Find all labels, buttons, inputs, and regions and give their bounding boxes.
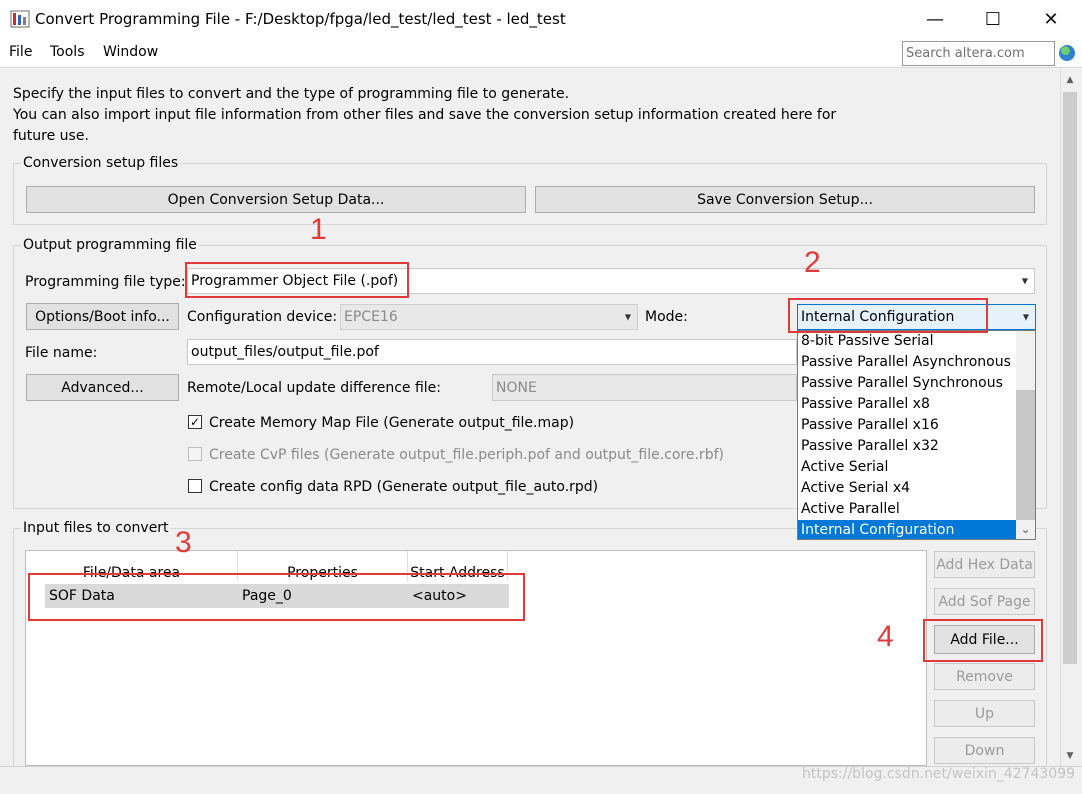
mode-option[interactable]: Active Serial	[798, 457, 1016, 478]
annotation-number-4: 4	[877, 620, 894, 653]
cvp-files-label: Create CvP files (Generate output_file.p…	[209, 447, 724, 463]
globe-icon[interactable]	[1059, 45, 1075, 61]
chevron-down-icon: ▼	[1022, 312, 1029, 322]
open-conversion-setup-button[interactable]: Open Conversion Setup Data...	[26, 186, 526, 213]
mode-label: Mode:	[645, 309, 688, 325]
up-button: Up	[934, 700, 1035, 727]
maximize-button[interactable]: ☐	[964, 0, 1022, 38]
memory-map-checkbox[interactable]: ✓	[188, 415, 202, 429]
annotation-number-1: 1	[310, 213, 327, 246]
quartus-app-icon	[10, 9, 30, 29]
output-programming-title: Output programming file	[21, 237, 199, 253]
intro-line-2: You can also import input file informati…	[13, 107, 837, 123]
config-device-label: Configuration device:	[187, 309, 338, 325]
menu-window[interactable]: Window	[103, 44, 158, 60]
window-title: Convert Programming File - F:/Desktop/fp…	[35, 10, 566, 28]
annotation-box-2	[788, 298, 988, 333]
search-input[interactable]	[903, 42, 1054, 65]
annotation-number-3: 3	[175, 526, 192, 559]
remote-update-label: Remote/Local update difference file:	[187, 380, 442, 396]
file-name-label: File name:	[25, 345, 98, 361]
mode-option-selected[interactable]: Internal Configuration	[798, 520, 1016, 539]
chevron-down-icon: ▼	[624, 312, 631, 322]
down-button: Down	[934, 737, 1035, 764]
scroll-down-icon[interactable]: ▼	[1060, 746, 1080, 766]
mode-option[interactable]: Passive Parallel x32	[798, 436, 1016, 457]
advanced-button[interactable]: Advanced...	[26, 374, 179, 401]
menu-file[interactable]: File	[9, 44, 32, 60]
file-type-label: Programming file type:	[25, 274, 186, 290]
remove-button: Remove	[934, 663, 1035, 690]
options-boot-info-button[interactable]: Options/Boot info...	[26, 303, 179, 330]
scroll-up-icon[interactable]: ▲	[1060, 70, 1080, 90]
watermark: https://blog.csdn.net/weixin_42743099	[802, 766, 1076, 782]
memory-map-label: Create Memory Map File (Generate output_…	[209, 415, 575, 431]
close-button[interactable]: ✕	[1022, 0, 1080, 38]
rpd-checkbox[interactable]	[188, 479, 202, 493]
menu-tools[interactable]: Tools	[50, 44, 85, 60]
annotation-number-2: 2	[804, 246, 821, 279]
search-box	[902, 41, 1055, 66]
annotation-box-3	[28, 573, 525, 621]
file-name-input[interactable]: output_files/output_file.pof	[187, 339, 797, 365]
mode-option[interactable]: 8-bit Passive Serial	[798, 331, 1016, 352]
config-device-select: EPCE16 ▼	[340, 304, 638, 330]
intro-line-1: Specify the input files to convert and t…	[13, 86, 570, 102]
mode-option[interactable]: Passive Parallel x8	[798, 394, 1016, 415]
annotation-box-4	[923, 619, 1043, 662]
save-conversion-setup-button[interactable]: Save Conversion Setup...	[535, 186, 1035, 213]
scrollbar-thumb[interactable]	[1063, 92, 1077, 664]
config-device-value: EPCE16	[344, 309, 398, 325]
mode-option[interactable]: Active Parallel	[798, 499, 1016, 520]
mode-option[interactable]: Active Serial x4	[798, 478, 1016, 499]
input-files-title: Input files to convert	[21, 520, 171, 536]
mode-option[interactable]: Passive Parallel x16	[798, 415, 1016, 436]
mode-dropdown-list: 8-bit Passive Serial Passive Parallel As…	[797, 330, 1036, 540]
dropdown-scrollbar-thumb[interactable]	[1016, 390, 1035, 520]
rpd-label: Create config data RPD (Generate output_…	[209, 479, 599, 495]
mode-option[interactable]: Passive Parallel Asynchronous	[798, 352, 1016, 373]
add-sof-page-button: Add Sof Page	[934, 588, 1035, 615]
chevron-down-icon: ▼	[1021, 276, 1028, 286]
chevron-down-icon[interactable]: ⌄	[1016, 519, 1035, 539]
conversion-setup-title: Conversion setup files	[21, 155, 181, 171]
intro-line-3: future use.	[13, 128, 89, 144]
annotation-box-1	[185, 262, 409, 298]
minimize-button[interactable]: —	[906, 0, 964, 38]
add-hex-data-button: Add Hex Data	[934, 551, 1035, 578]
cvp-files-checkbox	[188, 447, 202, 461]
remote-update-field: NONE	[492, 374, 797, 401]
mode-option[interactable]: Passive Parallel Synchronous	[798, 373, 1016, 394]
